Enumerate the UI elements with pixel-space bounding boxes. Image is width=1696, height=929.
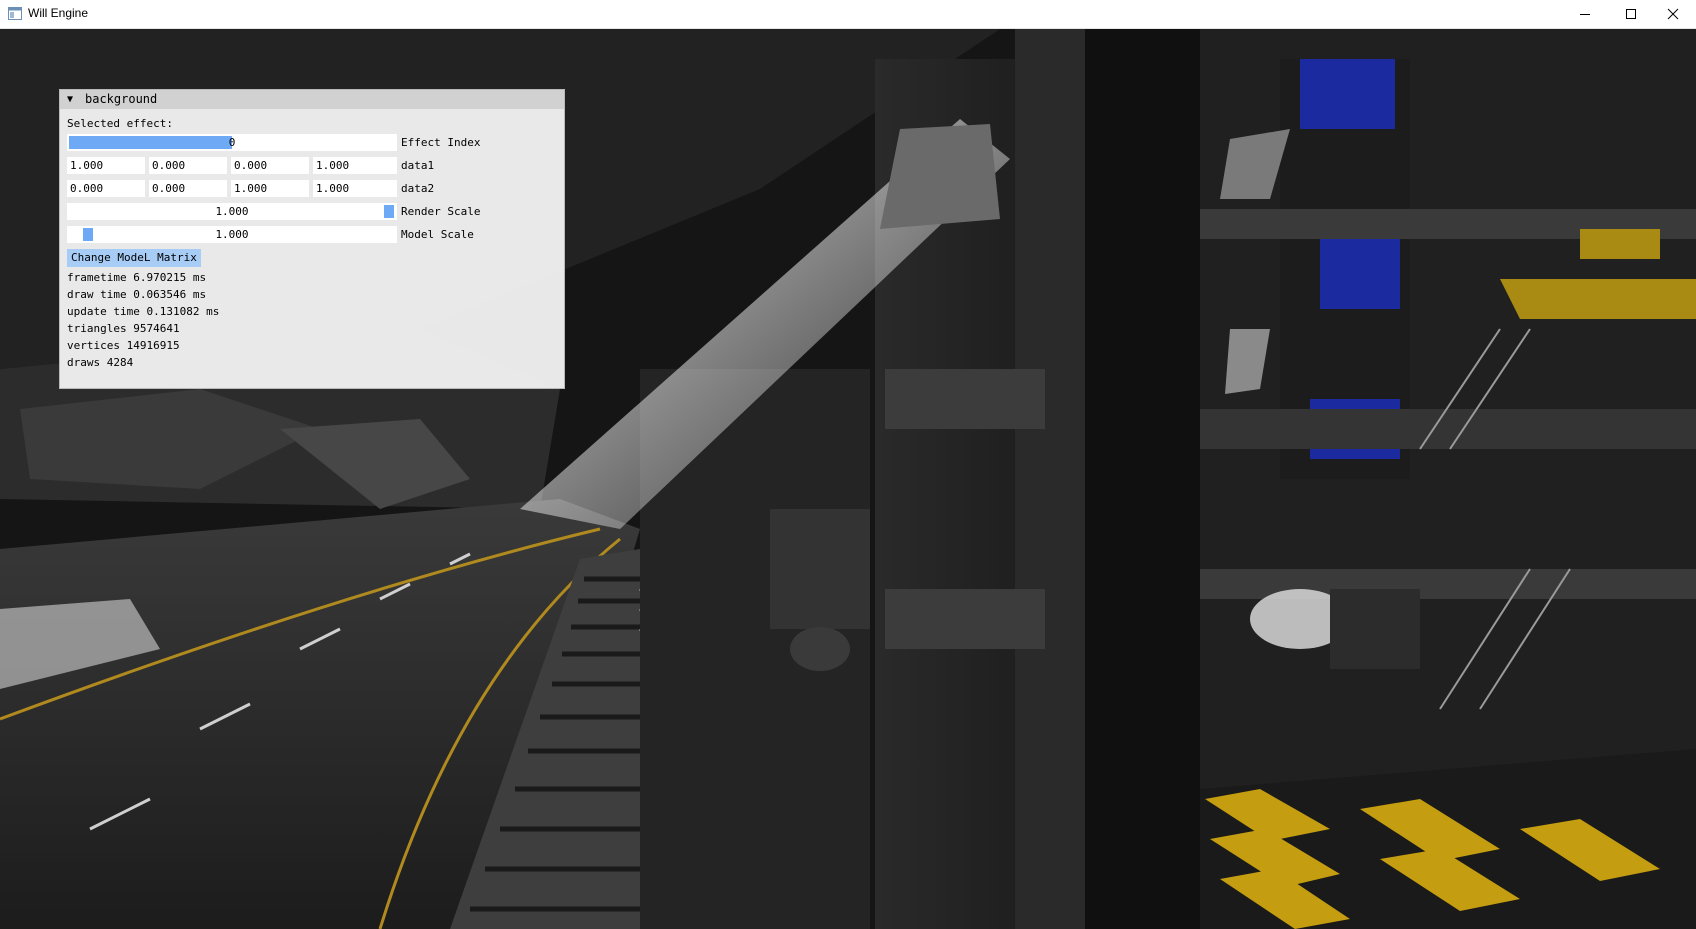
render-scale-value: 1.000 (215, 205, 249, 218)
triangles-stat: triangles 9574641 (67, 322, 180, 335)
effect-index-value: 0 (228, 136, 236, 149)
minimize-icon (1580, 14, 1590, 15)
data2-field-z[interactable]: 1.000 (231, 180, 309, 197)
imgui-header[interactable]: ▼ background (60, 90, 564, 109)
data1-label: data1 (401, 159, 435, 172)
data1-value-z: 0.000 (234, 159, 268, 172)
data1-value-w: 1.000 (316, 159, 350, 172)
maximize-button[interactable] (1608, 0, 1654, 28)
window-title: Will Engine (28, 6, 89, 20)
minimize-button[interactable] (1562, 0, 1608, 28)
data2-field-x[interactable]: 0.000 (67, 180, 145, 197)
data1-value-y: 0.000 (152, 159, 186, 172)
collapse-triangle-icon[interactable]: ▼ (67, 94, 73, 105)
maximize-icon (1626, 9, 1636, 19)
effect-index-slider[interactable]: 0 (67, 134, 397, 151)
data2-field-y[interactable]: 0.000 (149, 180, 227, 197)
app-window-icon (8, 7, 22, 20)
change-model-matrix-button[interactable]: Change ModeL Matrix (67, 249, 201, 267)
data2-field-w[interactable]: 1.000 (313, 180, 397, 197)
vertices-stat: vertices 14916915 (67, 339, 180, 352)
model-scale-slider[interactable]: 1.000 (67, 226, 397, 243)
frametime-stat: frametime 6.970215 ms (67, 271, 207, 284)
data2-value-w: 1.000 (316, 182, 350, 195)
data1-value-x: 1.000 (70, 159, 104, 172)
data1-field-y[interactable]: 0.000 (149, 157, 227, 174)
title-bar: Will Engine (0, 0, 1696, 29)
imgui-window[interactable]: ▼ background Selected effect: 0 Effect I… (59, 89, 565, 389)
draws-stat: draws 4284 (67, 356, 134, 369)
data1-field-z[interactable]: 0.000 (231, 157, 309, 174)
imgui-title: background (85, 92, 158, 106)
data2-value-y: 0.000 (152, 182, 186, 195)
close-icon (1667, 8, 1679, 20)
data1-field-w[interactable]: 1.000 (313, 157, 397, 174)
update-time-stat: update time 0.131082 ms (67, 305, 220, 318)
data2-value-x: 0.000 (70, 182, 104, 195)
draw-time-stat: draw time 0.063546 ms (67, 288, 207, 301)
render-scale-slider[interactable]: 1.000 (67, 203, 397, 220)
selected-effect-label: Selected effect: (67, 117, 173, 130)
close-button[interactable] (1650, 0, 1696, 28)
render-scale-label: Render Scale (401, 205, 481, 218)
effect-index-label: Effect Index (401, 136, 481, 149)
data2-value-z: 1.000 (234, 182, 268, 195)
data1-field-x[interactable]: 1.000 (67, 157, 145, 174)
model-scale-value: 1.000 (215, 228, 249, 241)
model-scale-label: Model Scale (401, 228, 474, 241)
data2-label: data2 (401, 182, 435, 195)
